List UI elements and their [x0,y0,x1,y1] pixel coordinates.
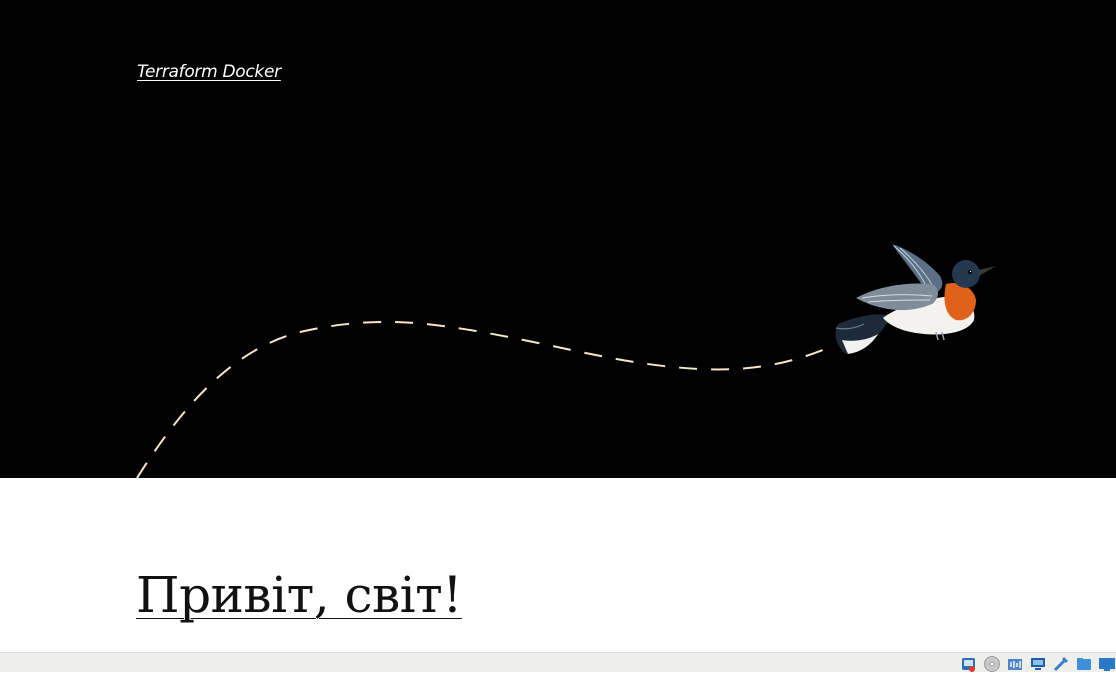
bird-illustration [835,244,996,354]
display-icon[interactable] [1098,655,1116,673]
header-hero: Terraform Docker [0,0,1116,478]
usb-icon[interactable] [1052,655,1070,673]
hard-disk-icon[interactable] [960,655,978,673]
vm-status-bar [0,652,1116,672]
audio-icon[interactable] [1006,655,1024,673]
network-icon[interactable] [1029,655,1047,673]
optical-drive-icon[interactable] [983,655,1001,673]
post-title-link[interactable]: Привіт, світ! [136,566,462,624]
status-tray [960,655,1116,673]
shared-folders-icon[interactable] [1075,655,1093,673]
